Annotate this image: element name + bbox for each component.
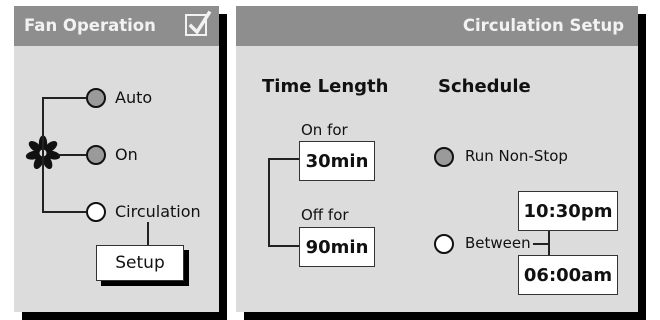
checkmark-icon	[188, 10, 212, 35]
connector-on	[58, 154, 86, 156]
on-for-label: On for	[301, 121, 348, 139]
fan-operation-header: Fan Operation	[14, 6, 219, 46]
radio-between[interactable]	[434, 234, 454, 254]
circulation-setup-title: Circulation Setup	[462, 16, 624, 35]
label-circulation: Circulation	[115, 202, 201, 221]
schedule-heading: Schedule	[438, 76, 531, 97]
circulation-setup-panel: Circulation Setup Time Length On for 30m…	[236, 6, 638, 312]
connector-auto	[42, 97, 86, 99]
off-for-label: Off for	[301, 206, 349, 224]
radio-auto[interactable]	[86, 88, 106, 108]
between-connector	[533, 243, 548, 245]
connector-setup	[147, 222, 149, 246]
radio-run-nonstop[interactable]	[434, 147, 454, 167]
fan-operation-title: Fan Operation	[24, 16, 156, 35]
time-bracket-bottom	[268, 245, 299, 247]
radio-circulation[interactable]	[86, 202, 106, 222]
on-duration-field[interactable]: 30min	[299, 141, 375, 181]
time-range-connector	[548, 231, 550, 255]
between-label: Between	[465, 234, 531, 252]
time-bracket-vertical	[268, 158, 270, 246]
connector-circulation	[42, 211, 86, 213]
run-nonstop-label: Run Non-Stop	[465, 147, 568, 165]
label-on: On	[115, 145, 138, 164]
time-length-heading: Time Length	[262, 76, 389, 97]
connector-vertical	[42, 97, 44, 213]
label-auto: Auto	[115, 88, 153, 107]
radio-on[interactable]	[86, 145, 106, 165]
circulation-setup-header: Circulation Setup	[236, 6, 638, 46]
end-time-field[interactable]: 06:00am	[518, 255, 618, 295]
setup-button[interactable]: Setup	[96, 245, 184, 281]
start-time-field[interactable]: 10:30pm	[518, 191, 618, 231]
off-duration-field[interactable]: 90min	[299, 227, 375, 267]
time-bracket-top	[268, 158, 299, 160]
fan-enable-checkbox[interactable]	[185, 10, 212, 36]
